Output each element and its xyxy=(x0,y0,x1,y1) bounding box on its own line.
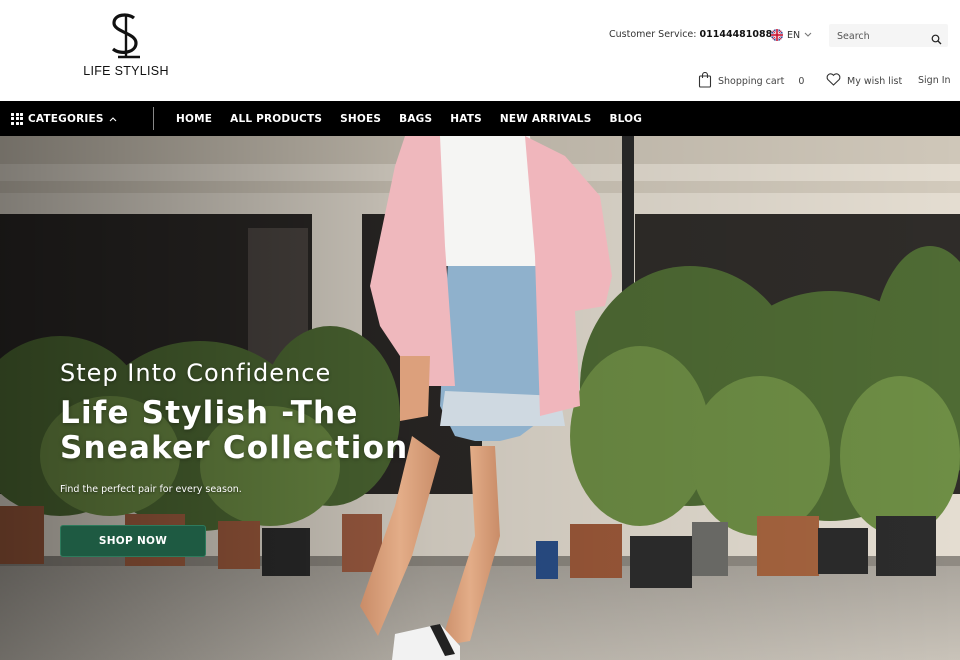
nav-divider xyxy=(153,107,154,130)
shopping-bag-icon xyxy=(698,71,712,91)
nav-item-bags[interactable]: BAGS xyxy=(399,113,432,125)
signin-link[interactable]: Sign In xyxy=(918,75,951,86)
hero-banner: Step Into Confidence Life Stylish -The S… xyxy=(0,136,960,660)
language-selector[interactable]: EN xyxy=(771,29,812,41)
customer-service-phone[interactable]: 01144481088 xyxy=(700,29,773,40)
customer-service-label: Customer Service: xyxy=(609,29,697,40)
hero-description: Find the perfect pair for every season. xyxy=(60,484,242,495)
nav-menu: HOME ALL PRODUCTS SHOES BAGS HATS NEW AR… xyxy=(176,101,660,136)
categories-label: CATEGORIES xyxy=(28,112,104,125)
categories-toggle[interactable]: CATEGORIES xyxy=(11,101,117,136)
chevron-down-icon xyxy=(804,31,812,40)
nav-item-blog[interactable]: BLOG xyxy=(609,113,642,125)
search-input[interactable] xyxy=(829,25,925,48)
main-nav: CATEGORIES HOME ALL PRODUCTS SHOES BAGS … xyxy=(0,101,960,136)
hero-subtitle: Step Into Confidence xyxy=(60,359,332,387)
flag-uk-icon xyxy=(771,29,783,41)
shopping-cart-link[interactable]: Shopping cart 0 xyxy=(698,71,805,91)
brand-logo[interactable]: LIFE STYLISH xyxy=(82,12,170,86)
shopping-cart-label: Shopping cart xyxy=(718,76,785,87)
wishlist-label: My wish list xyxy=(847,75,903,87)
hero-title: Life Stylish -The Sneaker Collection xyxy=(60,395,409,466)
brand-name: LIFE STYLISH xyxy=(83,64,169,78)
shop-now-button[interactable]: SHOP NOW xyxy=(60,525,206,557)
logo-monogram-icon xyxy=(111,13,140,59)
search-box xyxy=(829,24,948,49)
chevron-up-icon xyxy=(109,113,117,125)
grid-icon xyxy=(11,112,23,125)
nav-item-all-products[interactable]: ALL PRODUCTS xyxy=(230,113,322,125)
cart-count: 0 xyxy=(798,76,805,87)
search-icon[interactable] xyxy=(931,30,942,49)
language-label: EN xyxy=(787,29,801,41)
nav-item-home[interactable]: HOME xyxy=(176,113,212,125)
customer-service: Customer Service: 01144481088 xyxy=(609,29,772,40)
nav-item-hats[interactable]: HATS xyxy=(450,113,482,125)
site-header: LIFE STYLISH Customer Service: 011444810… xyxy=(0,0,960,101)
wishlist-link[interactable]: My wish list xyxy=(826,73,902,89)
nav-item-new-arrivals[interactable]: NEW ARRIVALS xyxy=(500,113,592,125)
nav-item-shoes[interactable]: SHOES xyxy=(340,113,381,125)
heart-icon xyxy=(826,73,841,89)
